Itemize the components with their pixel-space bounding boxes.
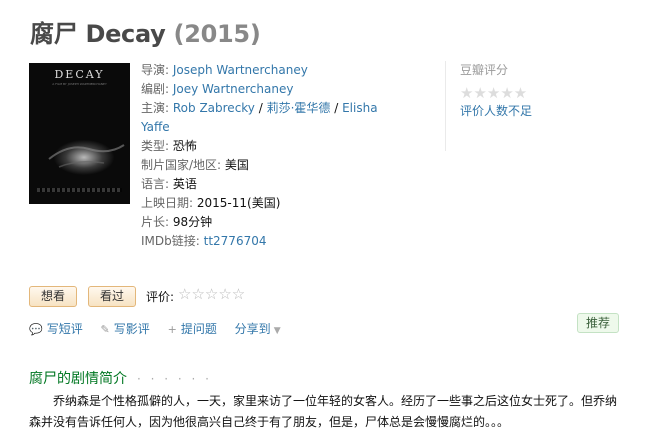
pencil-icon: ✎: [100, 323, 110, 336]
director-label: 导演:: [141, 63, 170, 77]
comment-icon: 💬: [29, 323, 43, 336]
writer-label: 编剧:: [141, 82, 170, 96]
my-rating-label: 评价:: [146, 290, 175, 304]
writer-row: 编剧: Joey Wartnerchaney: [141, 80, 391, 99]
movie-name: 腐尸 Decay: [30, 20, 166, 48]
ask-question-label: 提问题: [180, 322, 217, 336]
rating-title: 豆瓣评分: [460, 63, 509, 77]
synopsis-dots: · · · · · ·: [137, 372, 212, 386]
language-value: 英语: [172, 177, 197, 191]
write-review-label: 写影评: [113, 322, 150, 336]
movie-info: 导演: Joseph Wartnerchaney 编剧: Joey Wartne…: [141, 61, 391, 251]
rating-stars-icon: ★★★★★: [460, 84, 528, 102]
release-label: 上映日期:: [141, 196, 194, 210]
writer-link[interactable]: Joey Wartnerchaney: [173, 82, 294, 96]
cast-link-1[interactable]: Rob Zabrecky: [173, 101, 255, 115]
synopsis-heading: 腐尸的剧情简介 · · · · · ·: [29, 368, 212, 388]
share-to-label: 分享到: [234, 322, 271, 336]
page-title: 腐尸 Decay (2015): [30, 14, 261, 49]
movie-poster[interactable]: DECAY A FILM BY JOSEPH WARTNERCHANEY: [29, 63, 130, 204]
want-to-watch-button[interactable]: 想看: [29, 286, 77, 307]
write-comment-link[interactable]: 💬 写短评: [29, 320, 83, 337]
my-rating-stars-icon[interactable]: ☆☆☆☆☆: [178, 285, 245, 303]
runtime-value: 98分钟: [172, 215, 213, 229]
release-row: 上映日期: 2015-11(美国): [141, 194, 391, 213]
language-label: 语言:: [141, 177, 170, 191]
genre-row: 类型: 恐怖: [141, 137, 391, 156]
synopsis-title: 腐尸的剧情简介: [29, 371, 127, 387]
action-bar: 💬 写短评 ✎ 写影评 + 提问题 分享到 ▼: [29, 320, 295, 337]
douban-rating-box: 豆瓣评分 ★★★★★ 评价人数不足: [445, 61, 615, 151]
synopsis-text: 乔纳森是个性格孤僻的人，一天，家里来访了一位年轻的女客人。经历了一些事之后这位女…: [29, 394, 618, 429]
write-comment-label: 写短评: [46, 322, 83, 336]
recommend-button[interactable]: 推荐: [577, 313, 619, 333]
ask-question-link[interactable]: + 提问题: [168, 320, 217, 337]
genre-value: 恐怖: [172, 139, 197, 153]
imdb-link[interactable]: tt2776704: [204, 234, 267, 248]
cast-separator: /: [330, 101, 343, 115]
country-label: 制片国家/地区:: [141, 158, 222, 172]
imdb-row: IMDb链接: tt2776704: [141, 232, 391, 251]
imdb-label: IMDb链接:: [141, 234, 200, 248]
chevron-down-icon: ▼: [273, 326, 281, 336]
rating-count-link[interactable]: 评价人数不足: [460, 104, 532, 118]
cast-link-2[interactable]: 莉莎·霍华德: [267, 101, 331, 115]
cast-separator: /: [254, 101, 267, 115]
poster-artwork: [46, 131, 125, 175]
movie-year: (2015): [173, 20, 261, 48]
runtime-label: 片长:: [141, 215, 170, 229]
poster-credits: [37, 188, 122, 192]
language-row: 语言: 英语: [141, 175, 391, 194]
director-link[interactable]: Joseph Wartnerchaney: [173, 63, 308, 77]
country-value: 美国: [224, 158, 249, 172]
director-row: 导演: Joseph Wartnerchaney: [141, 61, 391, 80]
country-row: 制片国家/地区: 美国: [141, 156, 391, 175]
write-review-link[interactable]: ✎ 写影评: [101, 320, 150, 337]
cast-row: 主演: Rob Zabrecky / 莉莎·霍华德 / Elisha Yaffe: [141, 99, 391, 137]
cast-label: 主演:: [141, 101, 170, 115]
plus-icon: +: [167, 323, 177, 336]
share-to-link[interactable]: 分享到 ▼: [235, 320, 281, 337]
release-value: 2015-11(美国): [196, 196, 281, 210]
runtime-row: 片长: 98分钟: [141, 213, 391, 232]
genre-label: 类型:: [141, 139, 170, 153]
watched-button[interactable]: 看过: [88, 286, 136, 307]
